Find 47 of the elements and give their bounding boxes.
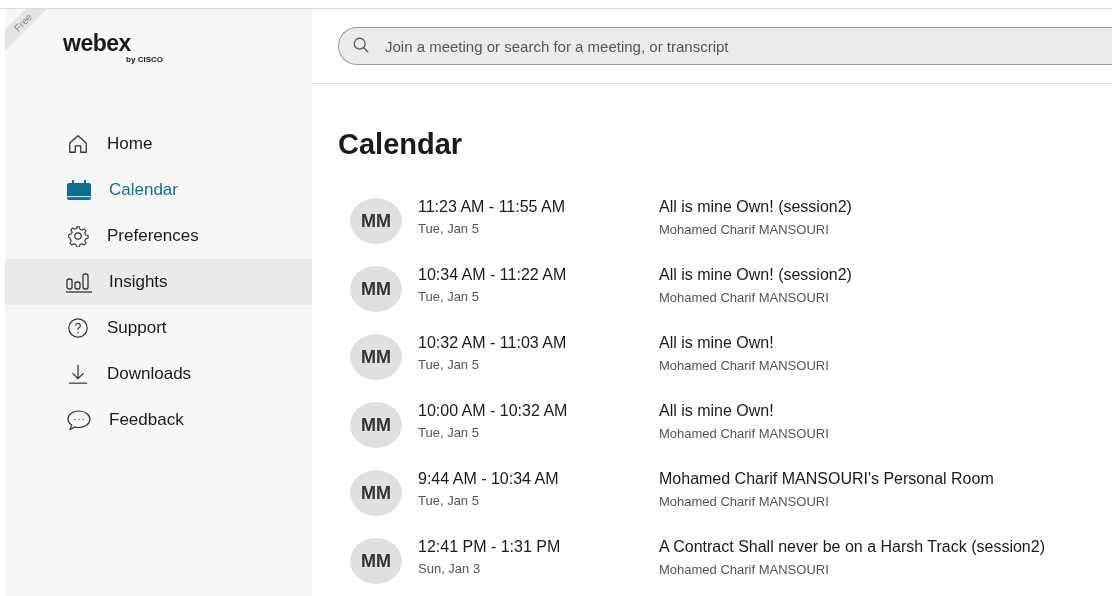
settings-icon xyxy=(65,225,91,247)
meeting-title[interactable]: All is mine Own! xyxy=(659,334,774,352)
meeting-time: 11:23 AM - 11:55 AM xyxy=(418,198,566,216)
meeting-title[interactable]: A Contract Shall never be on a Harsh Track (session2) xyxy=(659,538,1045,556)
avatar: MM xyxy=(350,538,402,584)
meeting-date: Tue, Jan 5 xyxy=(418,221,479,236)
page-title: Calendar xyxy=(338,128,464,161)
meeting-time: 10:00 AM - 10:32 AM xyxy=(418,402,568,420)
calendar-icon xyxy=(65,179,93,201)
meeting-time: 12:41 PM - 1:31 PM xyxy=(418,538,561,556)
meeting-host: Mohamed Charif MANSOURI xyxy=(659,222,829,237)
meeting-title[interactable]: All is mine Own! xyxy=(659,402,774,420)
meeting-host: Mohamed Charif MANSOURI xyxy=(659,426,829,441)
avatar: MM xyxy=(350,198,402,244)
meeting-date: Sun, Jan 3 xyxy=(418,561,481,576)
nav-item[interactable]: Calendar xyxy=(5,167,312,213)
avatar: MM xyxy=(350,334,402,380)
meeting-time: 10:34 AM - 11:22 AM xyxy=(418,266,567,284)
nav-item[interactable]: Feedback xyxy=(5,397,312,443)
meeting-host: Mohamed Charif MANSOURI xyxy=(659,494,829,509)
meeting-date: Tue, Jan 5 xyxy=(418,357,479,372)
meeting-time: 9:44 AM - 10:34 AM xyxy=(418,470,559,488)
nav-item[interactable]: Home xyxy=(5,121,312,167)
meeting-title[interactable]: All is mine Own! (session2) xyxy=(659,266,852,284)
bar-chart-icon xyxy=(65,271,93,293)
logo-wordmark: webex xyxy=(63,31,131,55)
logo-tagline: by CISCO xyxy=(126,55,163,64)
meeting-date: Tue, Jan 5 xyxy=(418,425,479,440)
search-icon xyxy=(352,36,370,54)
meeting-time: 10:32 AM - 11:03 AM xyxy=(418,334,567,352)
help-icon xyxy=(65,317,91,339)
avatar: MM xyxy=(350,402,402,448)
meeting-title[interactable]: All is mine Own! (session2) xyxy=(659,198,852,216)
nav-item[interactable]: Preferences xyxy=(5,213,312,259)
meeting-host: Mohamed Charif MANSOURI xyxy=(659,290,829,305)
meeting-date: Tue, Jan 5 xyxy=(418,289,479,304)
avatar: MM xyxy=(350,470,402,516)
meeting-date: Tue, Jan 5 xyxy=(418,493,479,508)
nav-item[interactable]: Insights xyxy=(5,259,312,305)
nav-item[interactable]: Downloads xyxy=(5,351,312,397)
nav-item[interactable]: Support xyxy=(5,305,312,351)
chat-icon xyxy=(65,409,93,431)
avatar: MM xyxy=(350,266,402,312)
meeting-host: Mohamed Charif MANSOURI xyxy=(659,562,829,577)
meeting-host: Mohamed Charif MANSOURI xyxy=(659,358,829,373)
search-field[interactable]: Join a meeting or search for a meeting, or transcript xyxy=(338,27,1112,65)
meeting-title[interactable]: Mohamed Charif MANSOURI's Personal Room xyxy=(659,470,994,488)
